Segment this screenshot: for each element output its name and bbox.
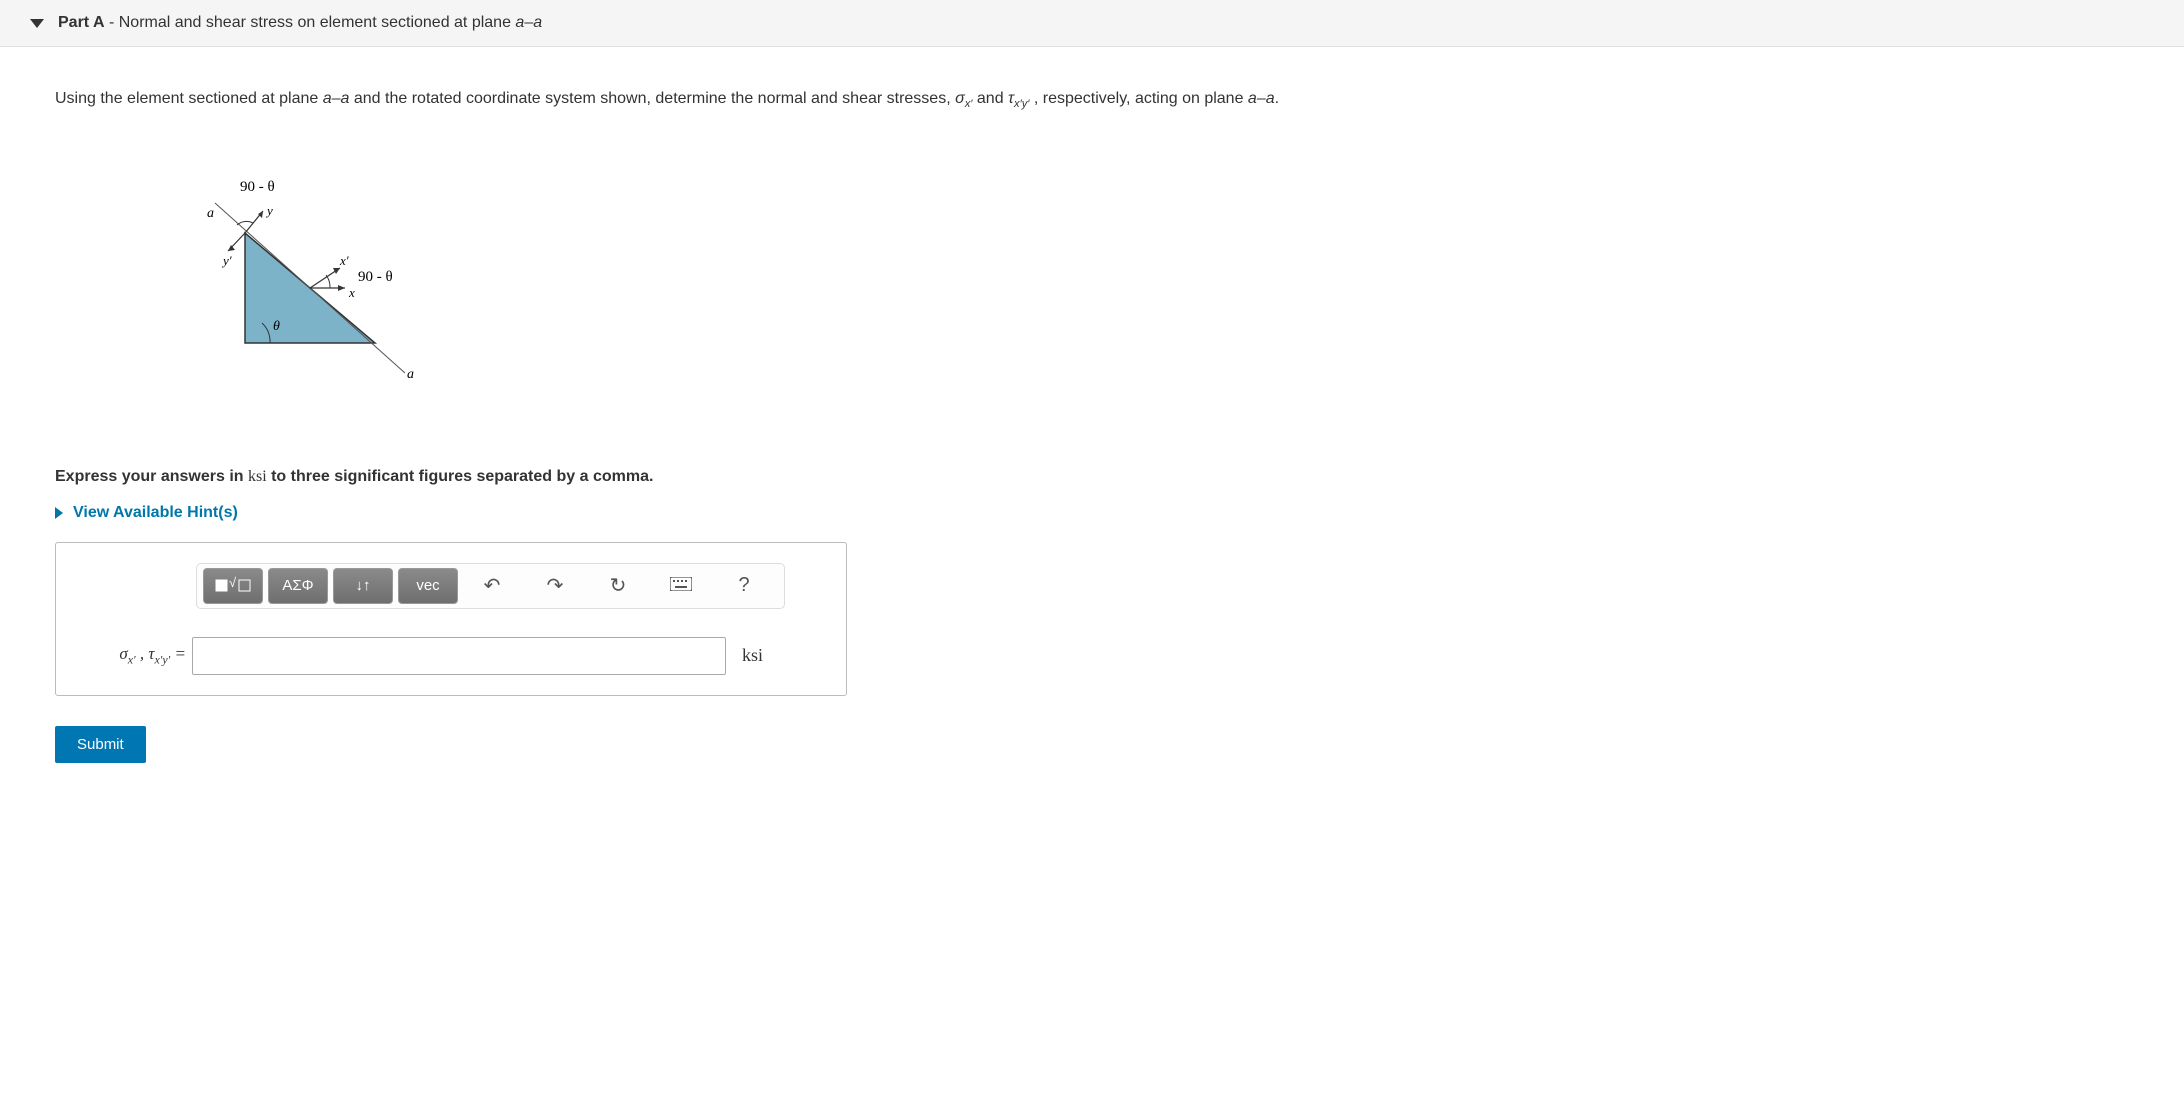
- undo-button[interactable]: ↶: [463, 569, 521, 603]
- answer-instruction: Express your answers in ksi to three sig…: [55, 468, 2144, 486]
- diag-a-top: a: [207, 206, 214, 221]
- subsup-button[interactable]: ↓↑: [333, 568, 393, 604]
- part-title-text: Normal and shear stress on element secti…: [119, 14, 516, 31]
- part-header: Part A - Normal and shear stress on elem…: [0, 0, 2184, 47]
- answer-row: σx′ , τx′y′ = ksi: [76, 637, 826, 675]
- part-title: Part A - Normal and shear stress on elem…: [58, 14, 542, 32]
- submit-label: Submit: [77, 736, 124, 753]
- greek-label: ΑΣΦ: [282, 577, 313, 594]
- greek-button[interactable]: ΑΣΦ: [268, 568, 328, 604]
- diag-x: x: [348, 285, 355, 300]
- diag-xprime: x′: [339, 253, 349, 268]
- part-label: Part A: [58, 14, 105, 31]
- q-plane1: a–a: [323, 90, 350, 107]
- lbl-sep: ,: [136, 644, 149, 663]
- subsup-label: ↓↑: [356, 577, 371, 594]
- templates-button[interactable]: √: [203, 568, 263, 604]
- view-hints-link[interactable]: View Available Hint(s): [55, 504, 2144, 522]
- svg-text:√: √: [229, 576, 237, 590]
- q-plane2: a–a: [1248, 90, 1275, 107]
- answer-entry-panel: √ ΑΣΦ ↓↑ vec ↶ ↷ ↻ ? σx′ , τx′y′ = ksi: [55, 542, 847, 696]
- answer-variable-label: σx′ , τx′y′ =: [76, 644, 192, 667]
- undo-icon: ↶: [484, 573, 501, 598]
- reset-button[interactable]: ↻: [589, 569, 647, 603]
- help-icon: ?: [738, 574, 749, 597]
- diag-90theta-right: 90 - θ: [358, 269, 393, 285]
- templates-icon: √: [215, 576, 251, 596]
- help-button[interactable]: ?: [715, 569, 773, 603]
- collapse-caret-icon[interactable]: [30, 19, 44, 28]
- q-tau-sub: x′y′: [1014, 98, 1029, 110]
- lbl-tau-sub: x′y′: [155, 653, 171, 667]
- redo-button[interactable]: ↷: [526, 569, 584, 603]
- lbl-sigma: σ: [119, 644, 127, 663]
- q-mid1: and the rotated coordinate system shown,…: [349, 90, 955, 107]
- hints-text: View Available Hint(s): [73, 504, 238, 522]
- redo-icon: ↷: [547, 573, 564, 598]
- diag-theta: θ: [273, 319, 280, 334]
- part-separator: -: [105, 14, 119, 31]
- lbl-sigma-sub: x′: [128, 653, 136, 667]
- instr-post: to three significant figures separated b…: [267, 468, 654, 485]
- keyboard-button[interactable]: [652, 569, 710, 603]
- keyboard-icon: [670, 577, 692, 595]
- caret-right-icon: [55, 507, 63, 519]
- q-sigma: σ: [955, 90, 965, 107]
- submit-button[interactable]: Submit: [55, 726, 146, 763]
- diag-90theta-top: 90 - θ: [240, 179, 275, 195]
- lbl-equals: =: [170, 644, 186, 663]
- vec-button[interactable]: vec: [398, 568, 458, 604]
- answer-unit: ksi: [742, 645, 763, 666]
- q-mid2: , respectively, acting on plane: [1029, 90, 1248, 107]
- answer-input[interactable]: [192, 637, 726, 675]
- vec-label: vec: [416, 577, 439, 594]
- q-and: and: [972, 90, 1008, 107]
- reset-icon: ↻: [610, 573, 627, 598]
- instr-unit: ksi: [248, 468, 267, 485]
- diag-y: y: [265, 203, 273, 218]
- instr-pre: Express your answers in: [55, 468, 248, 485]
- content-area: Using the element sectioned at plane a–a…: [0, 47, 2184, 726]
- diag-yprime: y′: [221, 253, 232, 268]
- question-text: Using the element sectioned at plane a–a…: [55, 87, 2144, 113]
- stress-element-diagram: 90 - θ a y y′ x′ 90 - θ x θ a: [145, 173, 2144, 398]
- equation-toolbar: √ ΑΣΦ ↓↑ vec ↶ ↷ ↻ ?: [196, 563, 785, 609]
- part-plane-label: a–a: [515, 14, 542, 31]
- q-prefix: Using the element sectioned at plane: [55, 90, 323, 107]
- diag-a-bottom: a: [407, 367, 414, 382]
- q-end: .: [1275, 90, 1279, 107]
